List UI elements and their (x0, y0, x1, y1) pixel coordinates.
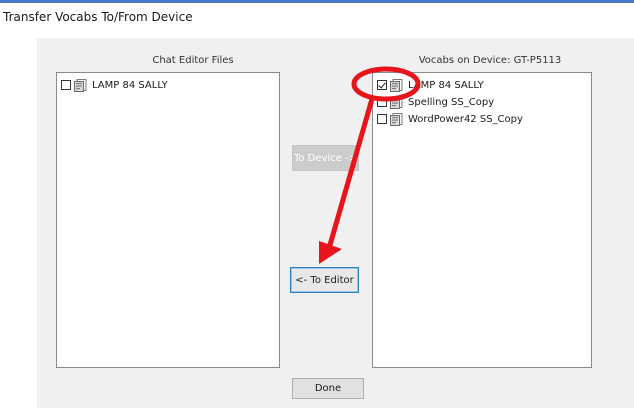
list-item[interactable]: LAMP 84 SALLY (377, 78, 484, 92)
item-checkbox-checked[interactable] (377, 80, 387, 90)
to-editor-button[interactable]: <- To Editor (290, 267, 359, 293)
item-checkbox[interactable] (61, 80, 71, 90)
item-checkbox[interactable] (377, 97, 387, 107)
item-label: LAMP 84 SALLY (408, 79, 484, 91)
to-device-button[interactable]: To Device -> (292, 145, 359, 171)
vocabs-on-device-list[interactable]: LAMP 84 SALLY Spelling SS_Copy WordPower… (372, 72, 592, 368)
vocabs-on-device-label: Vocabs on Device: GT-P5113 (418, 55, 562, 66)
item-label: WordPower42 SS_Copy (408, 113, 523, 125)
vocab-file-icon (390, 95, 403, 109)
transfer-vocabs-window: Transfer Vocabs To/From Device Chat Edit… (0, 0, 634, 408)
chat-editor-files-label: Chat Editor Files (152, 55, 234, 66)
window-title: Transfer Vocabs To/From Device (3, 10, 193, 24)
title-bar[interactable]: Transfer Vocabs To/From Device (0, 3, 634, 28)
list-item[interactable]: LAMP 84 SALLY (61, 78, 168, 92)
vocab-file-icon (390, 112, 403, 126)
vocab-file-icon (74, 78, 87, 92)
item-label: LAMP 84 SALLY (92, 79, 168, 91)
list-item[interactable]: Spelling SS_Copy (377, 95, 494, 109)
item-label: Spelling SS_Copy (408, 96, 495, 108)
item-checkbox[interactable] (377, 114, 387, 124)
vocab-file-icon (390, 78, 403, 92)
chat-editor-files-list[interactable]: LAMP 84 SALLY (56, 72, 280, 368)
done-button[interactable]: Done (292, 378, 364, 399)
list-item[interactable]: WordPower42 SS_Copy (377, 112, 523, 126)
